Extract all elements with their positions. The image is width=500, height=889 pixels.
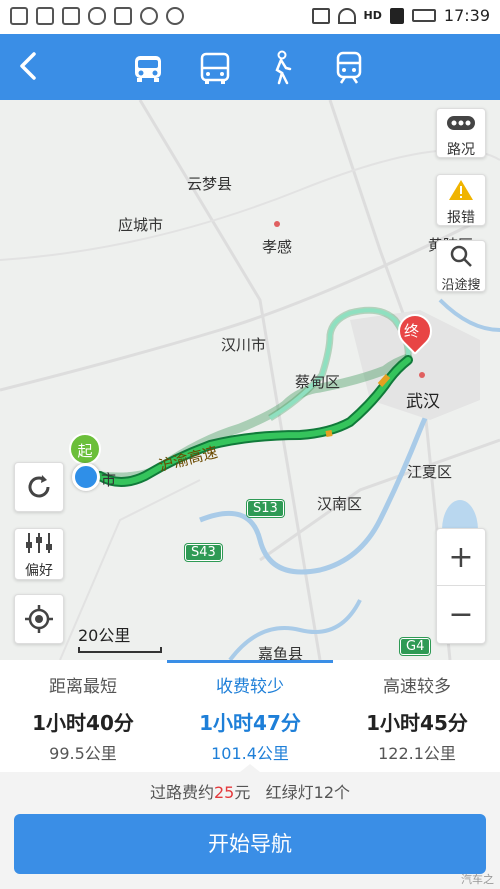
route-distance: 122.1公里 xyxy=(378,744,456,763)
road-sign: S43 xyxy=(185,544,222,561)
clock: 17:39 xyxy=(443,6,490,25)
more-icon xyxy=(166,7,184,25)
route-time: 1小时45分 xyxy=(366,711,468,735)
travel-mode-bar xyxy=(0,34,500,100)
place-label: 嘉鱼县 xyxy=(258,645,304,660)
place-label: 市 xyxy=(101,471,117,489)
scale-bar: 20公里 xyxy=(78,622,162,653)
end-marker-label: 终 xyxy=(404,322,420,340)
search-icon xyxy=(450,245,472,267)
car-mode-tab[interactable] xyxy=(128,48,168,88)
car-icon xyxy=(135,56,161,82)
scale-label: 20公里 xyxy=(78,626,131,645)
report-button[interactable]: 报错 xyxy=(436,174,486,226)
active-route-indicator xyxy=(167,660,333,663)
toll-info: 过路费约25元 红绿灯12个 xyxy=(0,772,500,814)
road-sign: S13 xyxy=(247,500,284,517)
notification-icons xyxy=(10,7,184,25)
place-label: 江夏区 xyxy=(407,463,453,481)
preference-button[interactable]: 偏好 xyxy=(14,528,64,580)
walk-icon xyxy=(275,50,292,85)
mute-icon xyxy=(311,7,330,24)
signal-icon xyxy=(389,7,404,24)
network-label: HD xyxy=(363,9,382,22)
train-icon xyxy=(336,51,362,84)
route-name: 收费较少 xyxy=(216,677,284,697)
bus-mode-tab[interactable] xyxy=(195,48,235,88)
start-marker[interactable]: 起 xyxy=(69,433,101,465)
place-label: 云梦县 xyxy=(187,175,233,193)
route-name: 距离最短 xyxy=(49,677,117,697)
route-map[interactable]: 云梦县 应城市 孝感 黄陂区 汉川市 蔡甸区 武汉 江夏区 汉南区 嘉鱼县 市 … xyxy=(0,100,500,660)
refresh-button[interactable] xyxy=(14,462,64,512)
traffic-icon xyxy=(447,116,475,130)
shield-icon xyxy=(88,7,106,25)
place-label: 汉南区 xyxy=(317,495,363,513)
route-time: 1小时47分 xyxy=(199,711,301,735)
battery-icon xyxy=(411,9,436,22)
trash-icon xyxy=(36,7,54,25)
back-button[interactable] xyxy=(12,48,48,84)
status-bar: HD 17:39 xyxy=(0,0,500,34)
current-location-dot xyxy=(72,463,100,491)
zoom-in-button[interactable]: + xyxy=(437,529,485,586)
start-navigation-button[interactable]: 开始导航 xyxy=(14,814,486,874)
start-marker-label: 起 xyxy=(77,442,93,460)
route-name: 高速较多 xyxy=(383,677,451,697)
route-option-more-highway[interactable]: 高速较多 1小时45分 122.1公里 xyxy=(334,672,500,764)
toll-amount: 25 xyxy=(214,783,235,802)
route-option-shortest[interactable]: 距离最短 1小时40分 99.5公里 xyxy=(0,672,166,764)
preference-label: 偏好 xyxy=(25,563,53,579)
road-sign: G4 xyxy=(400,638,431,655)
bus-icon xyxy=(200,52,230,84)
wifi-icon xyxy=(337,7,356,24)
locate-button[interactable] xyxy=(14,594,64,644)
zoom-control: + − xyxy=(436,528,486,644)
grid-icon xyxy=(114,7,132,25)
route-option-less-toll[interactable]: 收费较少 1小时47分 101.4公里 xyxy=(167,672,333,764)
route-distance: 99.5公里 xyxy=(49,744,117,763)
traffic-button[interactable]: 路况 xyxy=(436,108,486,158)
image-icon xyxy=(62,7,80,25)
report-label: 报错 xyxy=(447,210,475,226)
traffic-lights-count: 红绿灯12个 xyxy=(265,783,351,802)
route-distance: 101.4公里 xyxy=(211,744,289,763)
place-label: 孝感 xyxy=(262,238,293,256)
scale-line xyxy=(78,647,162,653)
search-along-label: 沿途搜 xyxy=(441,278,481,293)
search-along-button[interactable]: 沿途搜 xyxy=(436,240,486,293)
selection-pointer xyxy=(240,764,260,772)
watermark: 汽车之 xyxy=(461,873,494,886)
route-time: 1小时40分 xyxy=(32,711,134,735)
train-mode-tab[interactable] xyxy=(329,48,369,88)
chevron-left-icon xyxy=(20,52,36,80)
walk-mode-tab[interactable] xyxy=(262,48,302,88)
refresh-icon xyxy=(28,475,50,498)
zoom-out-button[interactable]: − xyxy=(437,586,485,643)
warning-icon xyxy=(449,180,473,200)
place-label: 武汉 xyxy=(406,392,440,412)
traffic-label: 路况 xyxy=(447,142,475,158)
place-label: 蔡甸区 xyxy=(295,373,341,391)
toll-prefix: 过路费约 xyxy=(149,783,214,802)
toll-unit: 元 xyxy=(234,783,251,802)
place-label: 汉川市 xyxy=(221,336,267,354)
weather-icon xyxy=(140,7,158,25)
route-options: 距离最短 1小时40分 99.5公里 收费较少 1小时47分 101.4公里 高… xyxy=(0,660,500,772)
sliders-icon xyxy=(26,533,52,553)
locate-icon xyxy=(25,605,53,633)
map-canvas xyxy=(0,100,500,660)
place-label: 应城市 xyxy=(118,216,164,234)
notification-icon xyxy=(10,7,28,25)
